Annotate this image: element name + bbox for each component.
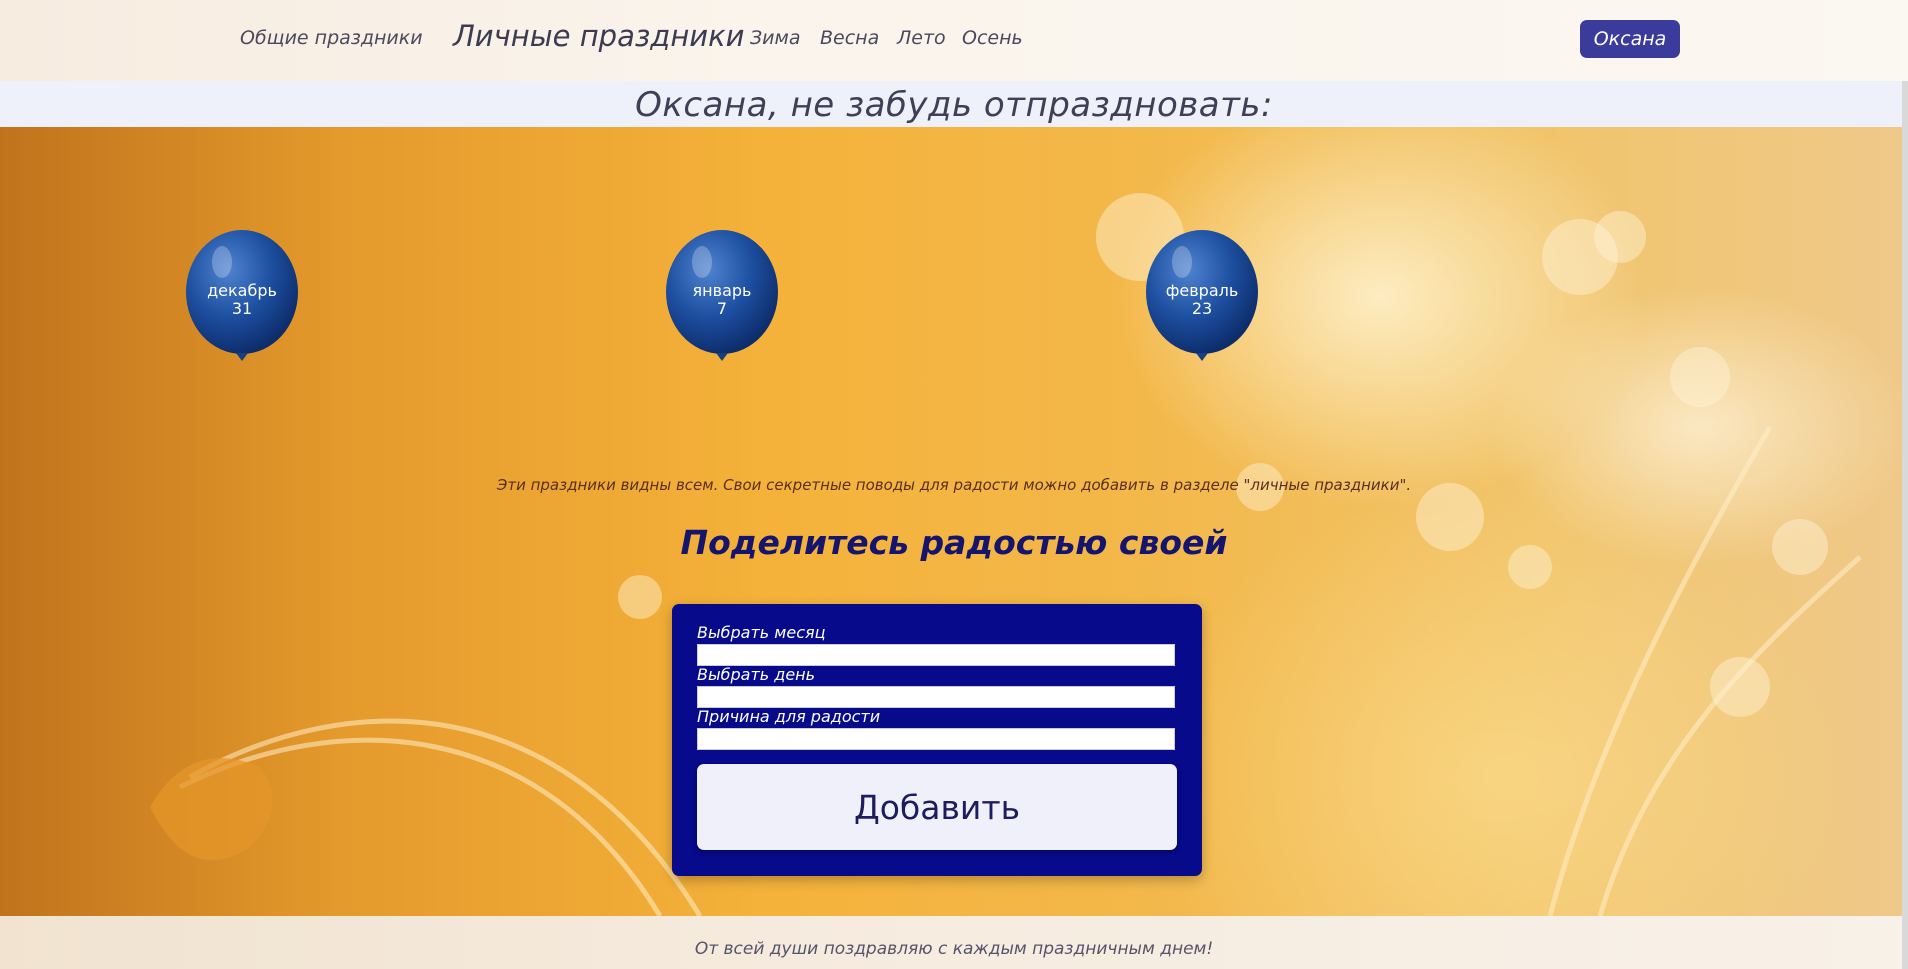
share-heading: Поделитесь радостью своей — [680, 523, 1228, 562]
nav-link-autumn[interactable]: Осень — [962, 27, 1023, 49]
user-account-button[interactable]: Оксана — [1580, 20, 1680, 58]
month-input[interactable] — [697, 644, 1175, 666]
holiday-balloon[interactable]: февраль 23 — [1142, 227, 1262, 387]
balloon-day: 7 — [716, 299, 728, 318]
day-input[interactable] — [697, 686, 1175, 708]
footer: От всей души поздравляю с каждым праздни… — [0, 916, 1908, 969]
reason-label: Причина для радости — [697, 707, 881, 726]
add-button[interactable]: Добавить — [697, 764, 1177, 850]
nav-link-summer[interactable]: Лето — [897, 27, 946, 49]
balloon-day: 31 — [231, 299, 253, 318]
balloon-month: декабрь — [207, 281, 277, 300]
balloon-month: январь — [692, 281, 752, 300]
reason-input[interactable] — [697, 728, 1175, 750]
nav-link-general-holidays[interactable]: Общие праздники — [240, 27, 423, 49]
public-holidays-note: Эти праздники видны всем. Свои секретные… — [496, 476, 1412, 494]
nav-link-personal-holidays[interactable]: Личные праздники — [453, 19, 745, 53]
balloon-day: 23 — [1191, 299, 1213, 318]
balloon-month: февраль — [1165, 281, 1239, 300]
greeting-title: Оксана, не забудь отпраздновать: — [635, 85, 1273, 125]
hero-section: декабрь 31 январь 7 февраль 23 Эти празд… — [0, 127, 1908, 916]
holiday-balloon[interactable]: январь 7 — [662, 227, 782, 387]
add-holiday-form: Выбрать месяц Выбрать день Причина для р… — [672, 604, 1202, 876]
footer-text: От всей души поздравляю с каждым праздни… — [694, 939, 1214, 959]
holiday-balloon[interactable]: декабрь 31 — [182, 227, 302, 387]
top-navigation: Общие праздники Личные праздники Зима Ве… — [0, 0, 1908, 81]
day-label: Выбрать день — [697, 665, 816, 684]
month-label: Выбрать месяц — [697, 623, 826, 642]
nav-link-spring[interactable]: Весна — [820, 27, 879, 49]
nav-link-winter[interactable]: Зима — [750, 27, 801, 49]
greeting-banner: Оксана, не забудь отпраздновать: — [0, 81, 1908, 127]
page-scrollbar[interactable] — [1902, 81, 1908, 969]
